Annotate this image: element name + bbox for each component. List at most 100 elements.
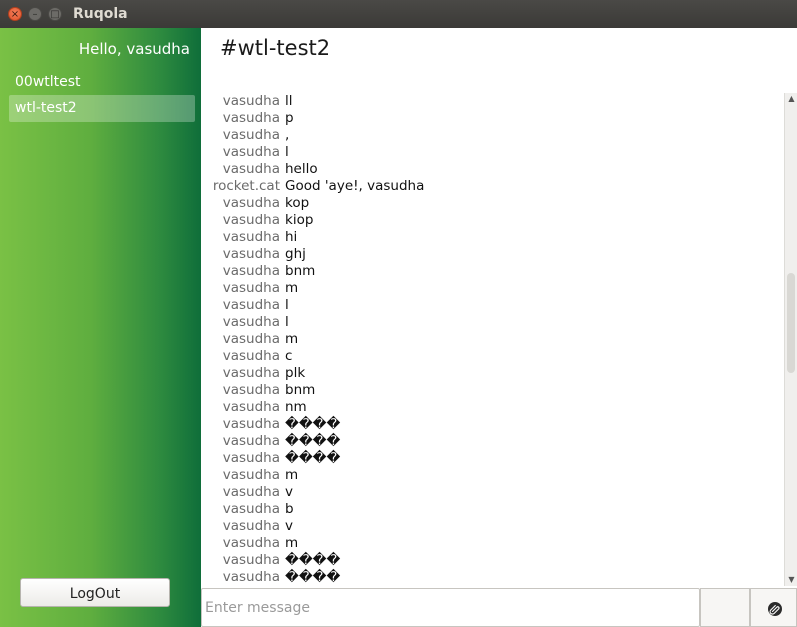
window-maximize-button[interactable]: □: [48, 7, 62, 21]
message-row: vasudha ����: [201, 569, 784, 586]
message-author[interactable]: vasudha: [223, 331, 280, 348]
message-row: vasudha v: [201, 484, 784, 501]
message-text: kiop: [285, 212, 314, 228]
message-author[interactable]: vasudha: [223, 552, 280, 569]
message-text: m: [285, 331, 299, 347]
sidebar-item-wtl-test2[interactable]: wtl-test2: [9, 95, 195, 122]
message-row: vasudha v: [201, 518, 784, 535]
message-row: vasudha kiop: [201, 212, 784, 229]
composer: [201, 588, 797, 627]
attach-button[interactable]: [750, 588, 797, 627]
window-titlebar: × – □ Ruqola: [0, 0, 797, 28]
message-author[interactable]: vasudha: [223, 314, 280, 331]
message-author[interactable]: vasudha: [223, 195, 280, 212]
message-row: vasudha m: [201, 535, 784, 552]
message-row: vasudha kop: [201, 195, 784, 212]
message-text: Good 'aye!, vasudha: [285, 178, 425, 194]
message-author[interactable]: vasudha: [223, 501, 280, 518]
message-author[interactable]: vasudha: [223, 144, 280, 161]
message-author[interactable]: vasudha: [223, 518, 280, 535]
scrollbar-thumb[interactable]: [787, 273, 795, 373]
message-author[interactable]: vasudha: [223, 246, 280, 263]
message-list[interactable]: vasudha ll vasudha p vasudha, vasudha l vasudha…: [201, 93, 784, 586]
message-text: m: [285, 467, 299, 483]
message-row: vasudha m: [201, 331, 784, 348]
message-text: m: [285, 535, 299, 551]
message-row: vasudha ghj: [201, 246, 784, 263]
main-panel: #wtl-test2 vasudha ll vasudha p vasudha, vasu…: [201, 28, 797, 627]
message-text: ����: [285, 552, 341, 568]
message-author[interactable]: vasudha: [223, 535, 280, 552]
message-text: ����: [285, 416, 341, 432]
message-text: hello: [285, 161, 318, 177]
message-author[interactable]: vasudha: [223, 161, 280, 178]
emoji-button[interactable]: [700, 588, 750, 627]
message-text: c: [285, 348, 293, 364]
message-text: bnm: [285, 382, 316, 398]
message-row: vasudha bnm: [201, 263, 784, 280]
message-text: ����: [285, 569, 341, 585]
message-author[interactable]: vasudha: [223, 382, 280, 399]
window-title: Ruqola: [73, 6, 128, 22]
message-text: b: [285, 501, 294, 517]
message-row: vasudha l: [201, 314, 784, 331]
sidebar: Hello, vasudha 00wtltest wtl-test2 LogOu…: [0, 28, 201, 627]
sidebar-item-00wtltest[interactable]: 00wtltest: [9, 69, 195, 96]
message-text: v: [285, 484, 293, 500]
message-input[interactable]: [201, 588, 700, 627]
message-row: vasudha bnm: [201, 382, 784, 399]
message-author[interactable]: vasudha: [223, 280, 280, 297]
message-text: ghj: [285, 246, 306, 262]
message-row: vasudha hi: [201, 229, 784, 246]
window-close-button[interactable]: ×: [8, 7, 22, 21]
message-author[interactable]: vasudha: [223, 399, 280, 416]
message-author[interactable]: vasudha: [223, 569, 280, 586]
message-text: kop: [285, 195, 310, 211]
message-author[interactable]: vasudha: [223, 365, 280, 382]
message-author[interactable]: vasudha: [223, 263, 280, 280]
message-row: vasudha p: [201, 110, 784, 127]
message-text: l: [285, 297, 289, 313]
message-author[interactable]: rocket.cat: [213, 178, 280, 195]
message-text: plk: [285, 365, 306, 381]
message-row: vasudha l: [201, 297, 784, 314]
arrow-up-icon[interactable]: ▲: [786, 93, 797, 105]
message-author[interactable]: vasudha: [223, 450, 280, 467]
message-author[interactable]: vasudha: [223, 433, 280, 450]
arrow-down-icon[interactable]: ▼: [786, 574, 797, 586]
message-author[interactable]: vasudha: [223, 110, 280, 127]
message-row: vasudha nm: [201, 399, 784, 416]
message-row: rocket.cat Good 'aye!, vasudha: [201, 178, 784, 195]
message-text: l: [285, 144, 289, 160]
message-text: m: [285, 280, 299, 296]
message-author[interactable]: vasudha: [223, 467, 280, 484]
message-author[interactable]: vasudha: [223, 229, 280, 246]
channel-title: #wtl-test2: [220, 36, 331, 60]
message-row: vasudha hello: [201, 161, 784, 178]
message-author[interactable]: vasudha: [223, 297, 280, 314]
message-text: p: [285, 110, 294, 126]
paperclip-icon: [768, 602, 782, 616]
message-author[interactable]: vasudha: [223, 127, 280, 144]
message-author[interactable]: vasudha: [223, 212, 280, 229]
message-text: hi: [285, 229, 298, 245]
message-row: vasudha ����: [201, 433, 784, 450]
message-text: ll: [285, 93, 293, 109]
message-row: vasudha m: [201, 467, 784, 484]
message-text: l: [285, 314, 289, 330]
message-text: nm: [285, 399, 307, 415]
message-scrollbar[interactable]: ▲ ▼: [784, 93, 797, 586]
message-row: vasudha plk: [201, 365, 784, 382]
message-row: vasudha m: [201, 280, 784, 297]
message-text: ,: [285, 127, 290, 143]
message-row: vasudha b: [201, 501, 784, 518]
logout-button[interactable]: LogOut: [20, 578, 170, 607]
message-author[interactable]: vasudha: [223, 416, 280, 433]
message-author[interactable]: vasudha: [223, 93, 280, 110]
message-author[interactable]: vasudha: [223, 484, 280, 501]
message-row: vasudha ����: [201, 416, 784, 433]
message-author[interactable]: vasudha: [223, 348, 280, 365]
user-greeting: Hello, vasudha: [78, 40, 190, 58]
message-row: vasudha ll: [201, 93, 784, 110]
window-minimize-button[interactable]: –: [28, 7, 42, 21]
